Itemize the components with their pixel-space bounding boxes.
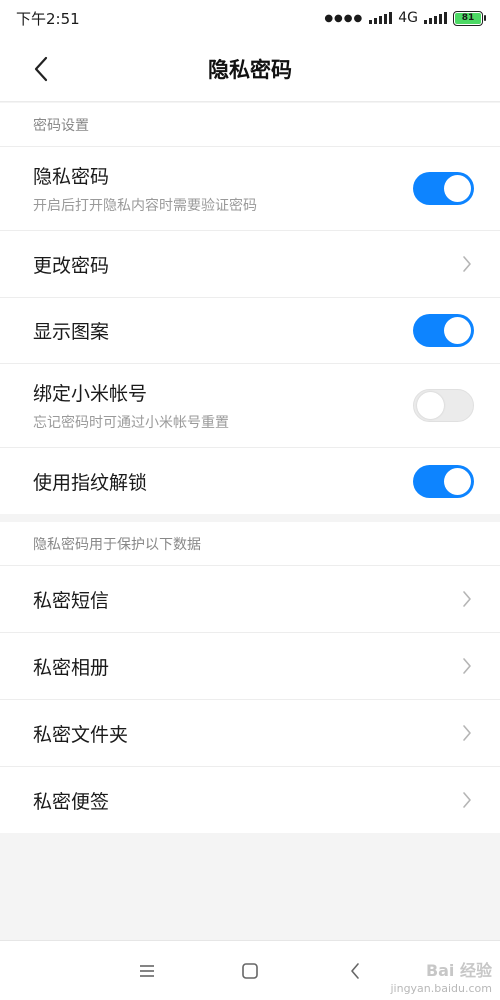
menu-button[interactable] [135,959,159,983]
row-private-album[interactable]: 私密相册 [0,633,500,700]
status-bar: 下午2:51 ●●●● 4G 81 [0,0,500,36]
menu-icon [140,965,154,977]
square-icon [242,963,258,979]
back-button[interactable] [26,54,56,84]
row-private-sms[interactable]: 私密短信 [0,566,500,633]
navigation-bar: Bai 经验 jingyan.baidu.com [0,940,500,1000]
row-subtitle: 忘记密码时可通过小米帐号重置 [33,415,229,431]
chevron-left-icon [34,56,48,82]
nav-back-button[interactable] [343,959,367,983]
chevron-left-icon [351,963,359,979]
row-title: 私密文件夹 [33,723,129,746]
row-bind-mi-account[interactable]: 绑定小米帐号 忘记密码时可通过小米帐号重置 [0,364,500,448]
chevron-right-icon [460,589,474,609]
row-change-password[interactable]: 更改密码 [0,231,500,298]
fingerprint-unlock-toggle[interactable] [413,464,474,498]
row-title: 隐私密码 [33,166,110,188]
watermark-main: Bai 经验 [425,960,492,980]
title-bar: 隐私密码 [0,36,500,102]
row-privacy-password[interactable]: 隐私密码 开启后打开隐私内容时需要验证密码 [0,147,500,231]
battery-icon: 81 [453,10,486,26]
row-show-pattern[interactable]: 显示图案 [0,298,500,364]
chevron-right-icon [460,656,474,676]
row-title: 私密相册 [33,656,110,679]
signal-icon [369,12,393,24]
section-header: 密码设置 [0,103,500,147]
watermark: Bai 经验 jingyan.baidu.com [390,961,492,996]
row-subtitle: 开启后打开隐私内容时需要验证密码 [33,198,257,214]
show-pattern-toggle[interactable] [413,314,474,347]
status-icons: ●●●● 4G 81 [324,10,486,26]
row-title: 私密短信 [33,589,110,612]
password-settings-section: 密码设置 隐私密码 开启后打开隐私内容时需要验证密码 更改密码 显示图案 绑定小… [0,103,500,514]
row-title: 使用指纹解锁 [33,471,148,494]
chevron-right-icon [460,790,474,810]
row-title: 更改密码 [33,254,110,277]
watermark-sub: jingyan.baidu.com [390,981,492,995]
status-time: 下午2:51 [16,9,80,28]
home-button[interactable] [238,959,262,983]
signal-icon-2 [424,12,447,24]
network-type: 4G [398,10,418,26]
row-title: 绑定小米帐号 [33,383,148,405]
section-header: 隐私密码用于保护以下数据 [0,522,500,566]
row-private-folder[interactable]: 私密文件夹 [0,700,500,767]
battery-level: 81 [455,12,481,24]
row-title: 私密便签 [33,790,110,813]
protected-data-section: 隐私密码用于保护以下数据 私密短信 私密相册 私密文件夹 私密便签 [0,522,500,833]
privacy-password-toggle[interactable] [413,172,474,205]
dots-icon: ●●●● [324,12,364,24]
chevron-right-icon [460,254,474,274]
row-fingerprint-unlock[interactable]: 使用指纹解锁 [0,448,500,514]
page-title: 隐私密码 [208,57,292,82]
row-title: 显示图案 [33,321,110,343]
chevron-right-icon [460,723,474,743]
row-private-notes[interactable]: 私密便签 [0,767,500,833]
bind-mi-account-toggle[interactable] [413,389,474,422]
